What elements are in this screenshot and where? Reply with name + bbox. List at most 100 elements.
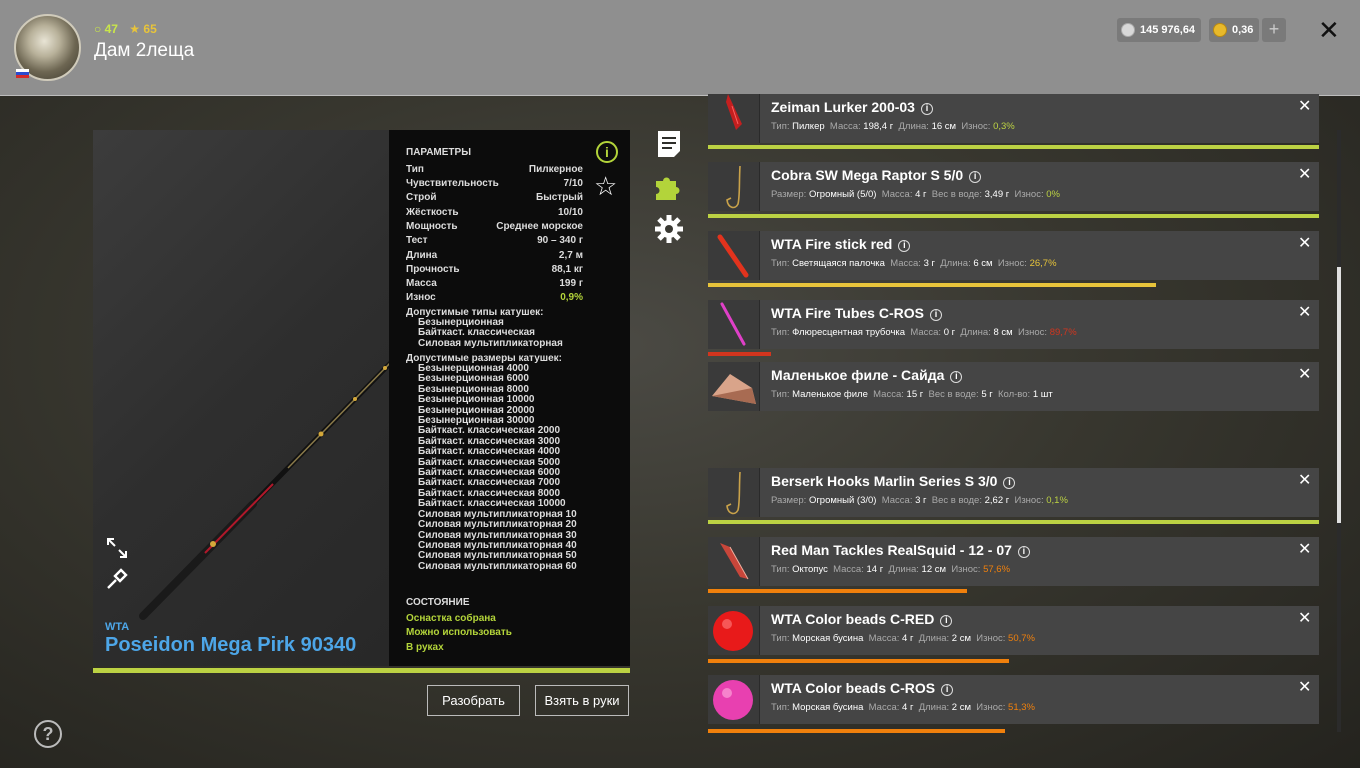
russia-flag-icon (16, 69, 29, 78)
detail-label: Масса: (868, 702, 900, 713)
param-label: Тип (406, 164, 424, 175)
favorite-star-icon[interactable]: ☆ (594, 172, 617, 200)
wear-bar (708, 659, 1009, 663)
glow-stick-icon (708, 231, 760, 280)
detail-label: Размер: (771, 495, 807, 506)
info-icon[interactable]: i (969, 171, 982, 183)
list-item[interactable]: Zeiman Lurker 200-03 i Тип: Пилкер Масса:… (708, 94, 1319, 143)
description-icon[interactable] (654, 129, 684, 159)
item-title: WTA Fire stick red (771, 236, 893, 252)
detail-label: Износ: (1017, 327, 1048, 338)
list-item[interactable]: WTA Fire stick red i Тип: Светящаяся пало… (708, 231, 1319, 280)
list-item[interactable]: Маленькое филе - Сайда i Тип: Маленькое ф… (708, 362, 1319, 411)
detail-label: Кол-во: (997, 389, 1031, 400)
detail-value: 12 см (921, 564, 947, 575)
gear-icon[interactable] (654, 214, 684, 244)
info-icon[interactable]: i (950, 371, 963, 383)
detail-label: Длина: (918, 633, 950, 644)
param-row: Мощность Среднее морское (406, 221, 583, 232)
detail-label: Масса: (868, 633, 900, 644)
remove-item-button[interactable]: ✕ (1298, 539, 1311, 559)
jig-lure-icon (708, 94, 760, 143)
info-icon[interactable]: i (596, 141, 618, 163)
detail-label: Тип: (771, 564, 790, 575)
item-details: Размер: Огромный (5/0) Масса: 4 г Вес в … (771, 189, 1060, 200)
detail-value: Огромный (3/0) (808, 495, 877, 506)
item-details: Размер: Огромный (3/0) Масса: 3 г Вес в … (771, 495, 1068, 506)
list-item[interactable]: Berserk Hooks Marlin Series S 3/0 i Разме… (708, 468, 1319, 517)
info-icon[interactable]: i (898, 240, 911, 252)
remove-item-button[interactable]: ✕ (1298, 364, 1311, 384)
disassemble-button[interactable]: Разобрать (427, 685, 520, 716)
param-label: Износ (406, 292, 436, 303)
wear-bar (708, 214, 1319, 218)
detail-label: Тип: (771, 633, 790, 644)
detail-label: Износ: (951, 564, 981, 575)
detail-value: 4 г (902, 633, 914, 644)
rod-brand: WTA (105, 621, 130, 633)
detail-label: Масса: (881, 189, 913, 200)
item-name: WTA Color beads C-RED i (771, 611, 953, 627)
state-title: СОСТОЯНИЕ (406, 597, 470, 608)
reel-types-list: Безынерционная Байткаст. классическая Си… (418, 317, 563, 349)
puzzle-icon[interactable] (654, 172, 684, 202)
info-icon[interactable]: i (1017, 546, 1030, 558)
help-icon[interactable]: ? (34, 720, 62, 748)
item-title: Маленькое филе - Сайда (771, 367, 945, 383)
remove-item-button[interactable]: ✕ (1298, 608, 1311, 628)
list-scrollbar[interactable] (1337, 130, 1341, 732)
detail-value: 2,62 г (984, 495, 1010, 506)
param-label: Жёсткость (406, 207, 459, 218)
detail-label: Тип: (771, 121, 790, 132)
detail-value: Маленькое филе (792, 389, 868, 400)
wear-value: 0,1% (1046, 495, 1068, 506)
gold-balance: 0,36 (1209, 18, 1260, 42)
info-icon[interactable]: i (1003, 477, 1016, 489)
info-icon[interactable]: i (929, 309, 942, 321)
item-name: WTA Fire Tubes C-ROS i (771, 305, 942, 321)
remove-item-button[interactable]: ✕ (1298, 96, 1311, 116)
item-name: Berserk Hooks Marlin Series S 3/0 i (771, 473, 1016, 489)
rod-tool-icon[interactable] (105, 567, 129, 591)
detail-value: Октопус (792, 564, 828, 575)
detail-label: Масса: (910, 327, 942, 338)
detail-label: Износ: (976, 633, 1006, 644)
remove-item-button[interactable]: ✕ (1298, 233, 1311, 253)
list-item[interactable]: WTA Color beads C-RED i Тип: Морская буси… (708, 606, 1319, 655)
detail-label: Масса: (890, 258, 921, 269)
param-label: Строй (406, 192, 437, 203)
remove-item-button[interactable]: ✕ (1298, 677, 1311, 697)
detail-value: Пилкер (792, 121, 825, 132)
expand-icon[interactable] (105, 536, 129, 560)
list-item[interactable]: Red Man Tackles RealSquid - 12 - 07 i Тип… (708, 537, 1319, 586)
close-button[interactable]: ✕ (1318, 16, 1340, 44)
wear-value: 26,7% (1029, 258, 1057, 269)
item-name: WTA Color beads C-ROS i (771, 680, 954, 696)
detail-label: Длина: (898, 121, 929, 132)
wear-bar (708, 283, 1156, 287)
info-icon[interactable]: i (941, 684, 954, 696)
param-label: Мощность (406, 221, 458, 232)
remove-item-button[interactable]: ✕ (1298, 470, 1311, 490)
detail-value: 1 шт (1032, 389, 1053, 400)
list-item[interactable]: WTA Color beads C-ROS i Тип: Морская буси… (708, 675, 1319, 724)
param-row: Чувствительность 7/10 (406, 178, 583, 189)
params-title: ПАРАМЕТРЫ (406, 147, 471, 158)
detail-value: 2 см (951, 702, 971, 713)
info-icon[interactable]: i (940, 615, 953, 627)
take-in-hands-button[interactable]: Взять в руки (535, 685, 629, 716)
list-item[interactable]: WTA Fire Tubes C-ROS i Тип: Флюресцентная… (708, 300, 1319, 349)
item-title: Red Man Tackles RealSquid - 12 - 07 (771, 542, 1012, 558)
detail-label: Масса: (829, 121, 861, 132)
item-name: WTA Fire stick red i (771, 236, 911, 252)
add-currency-button[interactable]: + (1262, 18, 1286, 42)
info-icon[interactable]: i (920, 103, 933, 115)
state-item: Оснастка собрана (406, 613, 496, 624)
param-row: Строй Быстрый (406, 192, 583, 203)
list-item[interactable]: Cobra SW Mega Raptor S 5/0 i Размер: Огро… (708, 162, 1319, 211)
detail-label: Масса: (833, 564, 864, 575)
detail-label: Длина: (940, 258, 971, 269)
remove-item-button[interactable]: ✕ (1298, 302, 1311, 322)
scrollbar-thumb[interactable] (1337, 267, 1341, 523)
remove-item-button[interactable]: ✕ (1298, 164, 1311, 184)
